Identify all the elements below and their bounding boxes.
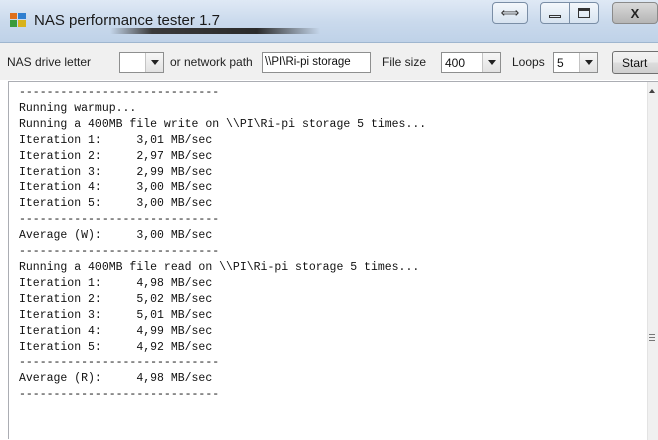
maximize-icon bbox=[578, 8, 590, 18]
log-line: ----------------------------- bbox=[19, 388, 220, 402]
log-line: Running a 400MB file read on \\PI\Ri-pi … bbox=[19, 260, 420, 274]
chevron-down-icon[interactable] bbox=[482, 53, 500, 72]
vertical-scrollbar[interactable] bbox=[647, 82, 658, 440]
log-line: Iteration 2: 5,02 MB/sec bbox=[19, 292, 213, 306]
loops-select[interactable]: 5 bbox=[553, 52, 598, 73]
log-line: Iteration 5: 3,00 MB/sec bbox=[19, 197, 213, 211]
maximize-button[interactable] bbox=[569, 2, 599, 24]
scroll-up-icon[interactable] bbox=[649, 89, 655, 93]
snap-icon: ⟺ bbox=[500, 5, 520, 20]
window-title: NAS performance tester 1.7 bbox=[34, 12, 220, 29]
log-line: ----------------------------- bbox=[19, 213, 220, 227]
scroll-thumb-grip-icon[interactable] bbox=[649, 332, 655, 348]
log-line: Iteration 3: 5,01 MB/sec bbox=[19, 308, 213, 322]
log-line: Iteration 4: 4,99 MB/sec bbox=[19, 324, 213, 338]
log-line: Iteration 4: 3,00 MB/sec bbox=[19, 181, 213, 195]
chevron-down-icon[interactable] bbox=[145, 53, 163, 72]
log-line: Iteration 1: 4,98 MB/sec bbox=[19, 276, 213, 290]
log-line: Iteration 3: 2,99 MB/sec bbox=[19, 165, 213, 179]
drive-letter-label: NAS drive letter bbox=[7, 55, 92, 69]
log-line: Iteration 2: 2,97 MB/sec bbox=[19, 149, 213, 163]
loops-label: Loops bbox=[512, 55, 545, 69]
log-line: Running a 400MB file write on \\PI\Ri-pi… bbox=[19, 117, 427, 131]
log-line: Iteration 1: 3,01 MB/sec bbox=[19, 133, 213, 147]
title-bar[interactable]: NAS performance tester 1.7 ⟺ X bbox=[0, 0, 658, 43]
minimize-button[interactable] bbox=[540, 2, 570, 24]
minimize-icon bbox=[549, 14, 561, 18]
toolbar: NAS drive letter or network path \\PI\Ri… bbox=[0, 43, 658, 80]
log-line: ----------------------------- bbox=[19, 356, 220, 370]
start-button[interactable]: Start bbox=[612, 51, 658, 74]
log-line: Running warmup... bbox=[19, 101, 137, 115]
file-size-label: File size bbox=[382, 55, 427, 69]
log-line: Iteration 5: 4,92 MB/sec bbox=[19, 340, 213, 354]
output-text: ----------------------------- Running war… bbox=[19, 85, 426, 403]
log-line: Average (W): 3,00 MB/sec bbox=[19, 229, 213, 243]
loops-value: 5 bbox=[557, 56, 564, 70]
file-size-select[interactable]: 400 bbox=[441, 52, 501, 73]
drive-letter-select[interactable] bbox=[119, 52, 164, 73]
log-line: ----------------------------- bbox=[19, 86, 220, 99]
snap-button[interactable]: ⟺ bbox=[492, 2, 528, 24]
file-size-value: 400 bbox=[445, 56, 466, 70]
log-line: Average (R): 4,98 MB/sec bbox=[19, 372, 213, 386]
network-path-input[interactable]: \\PI\Ri-pi storage bbox=[262, 52, 371, 73]
close-icon: X bbox=[630, 5, 640, 21]
chevron-down-icon[interactable] bbox=[579, 53, 597, 72]
log-line: ----------------------------- bbox=[19, 245, 220, 259]
app-icon bbox=[10, 13, 26, 27]
output-log[interactable]: ----------------------------- Running war… bbox=[8, 81, 658, 440]
network-path-label: or network path bbox=[170, 55, 253, 69]
close-button[interactable]: X bbox=[612, 2, 658, 24]
